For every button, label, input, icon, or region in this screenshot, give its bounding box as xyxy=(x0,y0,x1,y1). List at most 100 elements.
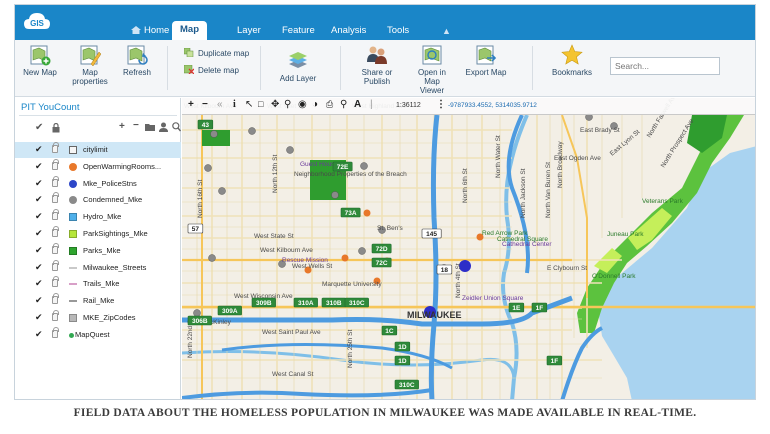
layer-visibility-checkbox[interactable]: ✔ xyxy=(35,278,43,289)
layer-lock-icon[interactable] xyxy=(52,142,59,153)
tab-home[interactable]: Home xyxy=(123,23,177,40)
lock-icon[interactable] xyxy=(52,123,60,133)
map-properties-button[interactable]: Map properties xyxy=(70,44,110,86)
layer-row[interactable]: ✔ Mke_PoliceStns xyxy=(15,175,181,192)
duplicate-map-label: Duplicate map xyxy=(198,49,250,58)
delete-map-button[interactable]: Delete map xyxy=(184,65,239,75)
new-map-button[interactable]: New Map xyxy=(23,44,57,77)
export-map-icon xyxy=(476,45,497,65)
pan-icon[interactable]: ✥ xyxy=(271,99,279,110)
layer-visibility-checkbox[interactable]: ✔ xyxy=(35,161,43,172)
refresh-button[interactable]: Refresh xyxy=(120,44,154,77)
layer-name: OpenWarmingRooms... xyxy=(83,161,162,171)
duplicate-map-button[interactable]: Duplicate map xyxy=(184,48,249,58)
print-icon[interactable]: ⎙ xyxy=(326,99,333,110)
layer-lock-icon[interactable] xyxy=(52,259,59,271)
line-symbol-icon xyxy=(69,283,77,286)
star-icon xyxy=(561,44,583,65)
layer-visibility-checkbox[interactable]: ✔ xyxy=(35,262,43,273)
freeway-lakefront xyxy=(560,326,603,399)
search-input[interactable] xyxy=(610,57,720,75)
share-or-publish-label-1: Share or xyxy=(361,68,393,77)
layer-row[interactable]: ✔ Condemned_Mke xyxy=(15,192,181,208)
layer-row[interactable]: ✔ Milwaukee_Streets xyxy=(15,259,181,276)
layer-lock-icon[interactable] xyxy=(52,226,59,237)
condemned-points xyxy=(193,113,618,317)
map-label: North 6th St xyxy=(462,168,469,203)
layer-row[interactable]: ✔ citylimit xyxy=(15,142,181,158)
gis-logo: GIS xyxy=(24,13,50,29)
layer-lock-icon[interactable] xyxy=(52,310,59,321)
layer-visibility-checkbox[interactable]: ✔ xyxy=(35,329,43,340)
tab-analysis[interactable]: Analysis xyxy=(323,23,374,40)
tab-map[interactable]: Map xyxy=(172,21,207,40)
collapse-ribbon-icon[interactable]: ▲ xyxy=(442,26,451,36)
remove-layer-icon[interactable]: − xyxy=(133,120,139,131)
layer-row[interactable]: ✔ ParkSightings_Mke xyxy=(15,226,181,242)
tab-layer[interactable]: Layer xyxy=(229,23,269,40)
layer-row[interactable]: ✔ MKE_ZipCodes xyxy=(15,310,181,326)
full-extent-icon[interactable]: ◉ xyxy=(298,99,307,110)
globe-icon[interactable]: ◑ xyxy=(312,99,318,110)
map-label: Zeidler Union Square xyxy=(462,295,524,302)
layer-name: Hydro_Mke xyxy=(83,212,122,222)
add-layer-button[interactable]: Add Layer xyxy=(278,50,318,83)
pointer-icon[interactable]: ↖ xyxy=(245,99,253,110)
measure-icon[interactable]: A xyxy=(354,99,361,110)
zoom-search-icon[interactable]: ⚲ xyxy=(284,99,291,110)
tab-tools[interactable]: Tools xyxy=(379,23,417,40)
collapse-arrows-icon[interactable]: « xyxy=(217,99,223,110)
more-options-icon[interactable]: ⋮ xyxy=(436,99,446,110)
layer-visibility-checkbox[interactable]: ✔ xyxy=(35,144,43,155)
layer-row[interactable]: ✔ MapQuest xyxy=(15,326,181,343)
add-layer-icon[interactable]: + xyxy=(119,121,125,132)
zoom-out-icon[interactable]: − xyxy=(202,99,208,110)
zoom-in-icon[interactable]: + xyxy=(188,99,194,110)
separator-icon: | xyxy=(370,99,373,110)
layer-visibility-checkbox[interactable]: ✔ xyxy=(35,295,43,306)
identify-icon[interactable]: i xyxy=(233,99,236,110)
layer-row[interactable]: ✔ Rail_Mke xyxy=(15,293,181,309)
logo-text: GIS xyxy=(30,19,44,28)
map-label: East Brady St xyxy=(580,127,620,134)
tab-feature[interactable]: Feature xyxy=(274,23,323,40)
duplicate-map-icon xyxy=(184,48,194,57)
layer-lock-icon[interactable] xyxy=(52,276,59,288)
layer-lock-icon[interactable] xyxy=(52,175,59,187)
zoom-box-icon[interactable]: □ xyxy=(258,99,263,109)
folder-icon[interactable] xyxy=(145,123,155,131)
user-icon[interactable] xyxy=(159,122,168,132)
open-in-map-viewer-button[interactable]: Open in Map Viewer xyxy=(411,44,453,95)
layer-lock-icon[interactable] xyxy=(52,293,59,305)
export-map-button[interactable]: Export Map xyxy=(465,44,507,77)
share-or-publish-button[interactable]: Share or Publish xyxy=(359,44,395,86)
layer-row[interactable]: ✔ Hydro_Mke xyxy=(15,209,181,225)
map-label: Guest House xyxy=(300,161,338,168)
layer-lock-icon[interactable] xyxy=(52,209,59,221)
layer-lock-icon[interactable] xyxy=(52,242,59,254)
bookmarks-button[interactable]: Bookmarks xyxy=(551,44,593,77)
layer-row[interactable]: ✔ Parks_Mke xyxy=(15,242,181,259)
map-label: North 16th St xyxy=(197,180,204,218)
layer-visibility-checkbox[interactable]: ✔ xyxy=(35,178,43,189)
map-view[interactable]: West Kilbourn AveWest Vliet StWest Highl… xyxy=(182,98,755,399)
layer-lock-icon[interactable] xyxy=(52,326,59,338)
layer-visibility-checkbox[interactable]: ✔ xyxy=(35,211,43,222)
layer-name: Mke_PoliceStns xyxy=(83,178,137,188)
layer-visibility-checkbox[interactable]: ✔ xyxy=(35,194,43,205)
layer-lock-icon[interactable] xyxy=(52,158,59,170)
layer-visibility-checkbox[interactable]: ✔ xyxy=(35,228,43,239)
layer-lock-icon[interactable] xyxy=(52,192,59,204)
map-label: St. Ben's xyxy=(377,225,404,232)
freeway-i94-west xyxy=(182,388,433,399)
polygon-outline-symbol-icon xyxy=(69,146,77,154)
layer-visibility-checkbox[interactable]: ✔ xyxy=(35,245,43,256)
location-pin-icon[interactable]: ⚲ xyxy=(340,99,347,110)
top-bar: GIS Home Map Layer Feature Analysis Tool… xyxy=(15,5,755,40)
check-all-icon[interactable]: ✔ xyxy=(35,122,43,133)
route-shield-label: 310A xyxy=(298,300,314,307)
layer-row[interactable]: ✔ Trails_Mke xyxy=(15,276,181,292)
layer-row[interactable]: ✔ OpenWarmingRooms... xyxy=(15,158,181,175)
layer-visibility-checkbox[interactable]: ✔ xyxy=(35,312,43,323)
zoom-to-layer-icon[interactable] xyxy=(172,122,181,132)
